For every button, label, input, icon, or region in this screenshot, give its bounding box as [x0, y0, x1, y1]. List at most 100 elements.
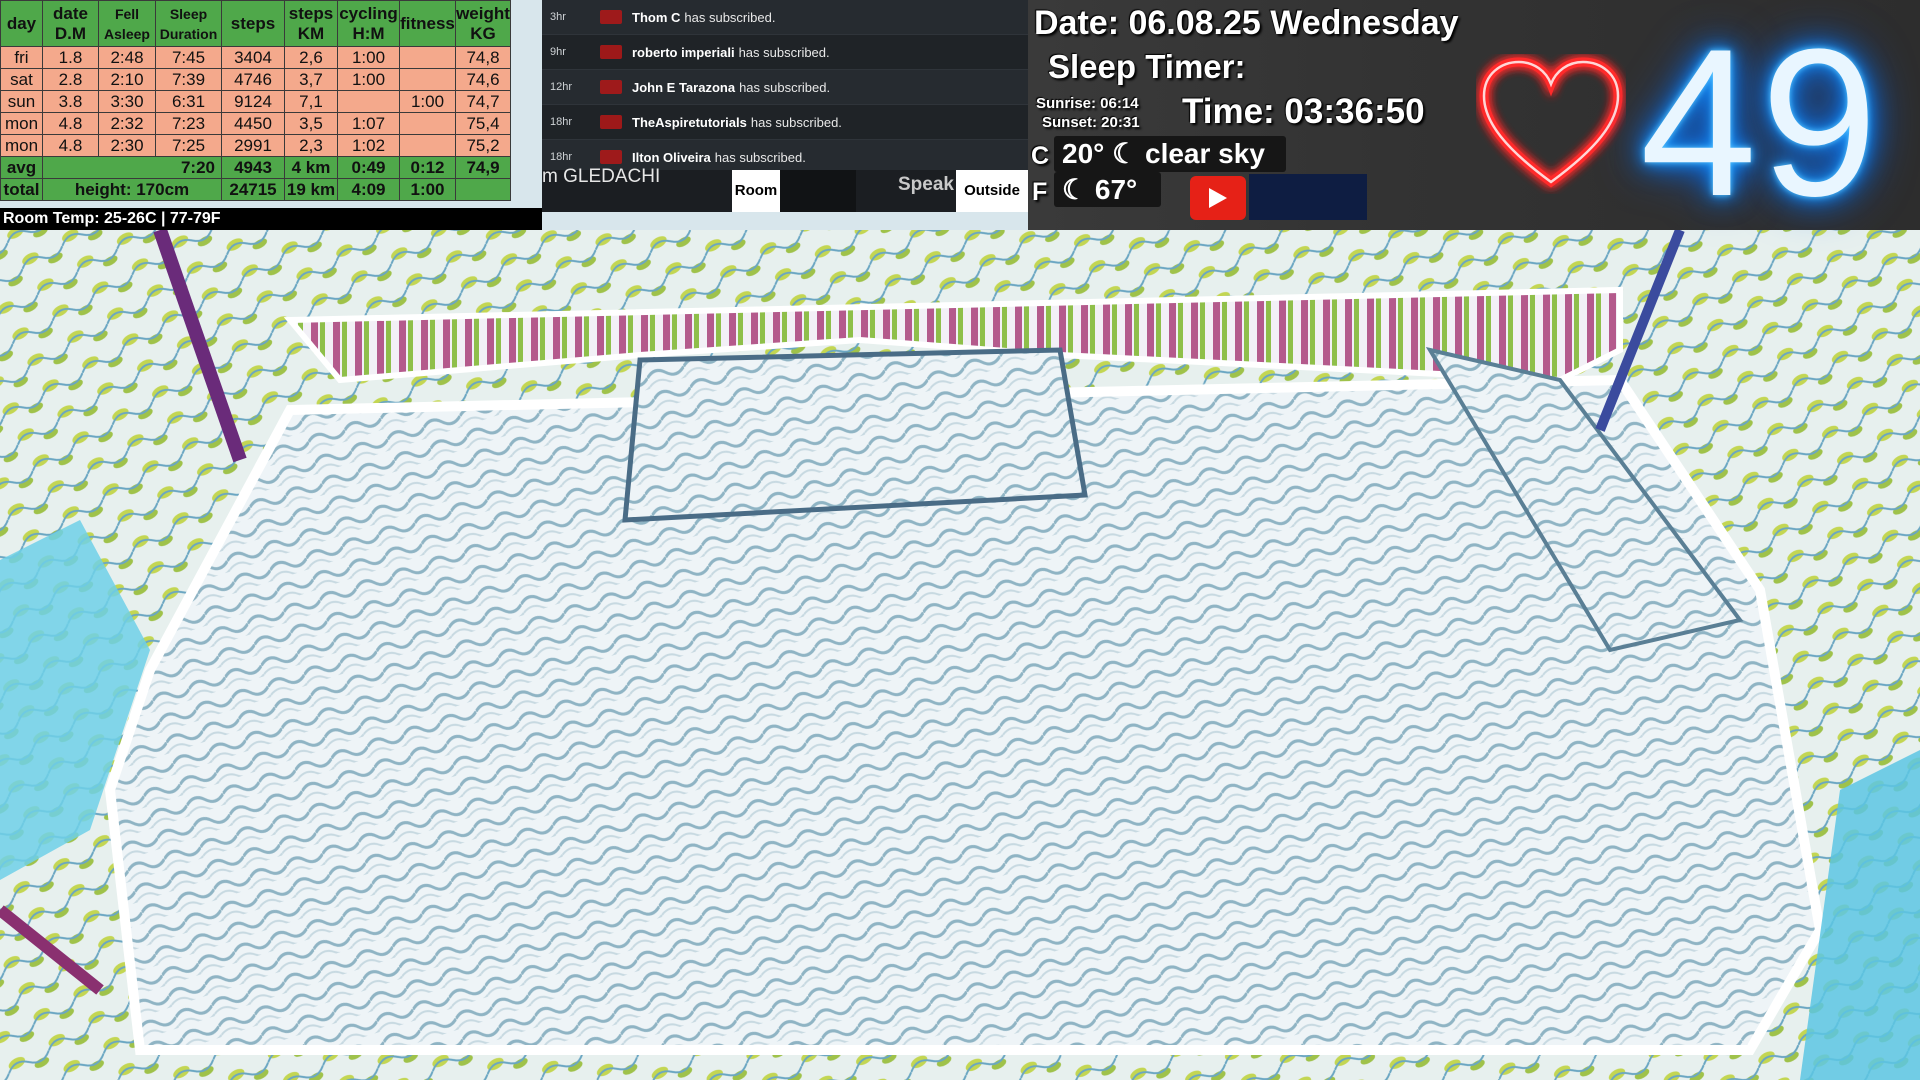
- table-cell: 3,5: [284, 112, 338, 135]
- table-cell: 4450: [221, 112, 285, 135]
- weather-fahrenheit: ☾ 67°: [1054, 172, 1161, 207]
- avg-weight: 74,9: [455, 156, 511, 179]
- table-cell: 2:48: [98, 46, 156, 69]
- column-header-bottom: Asleep: [104, 25, 150, 42]
- table-row-total: total height: 170cm 24715 19 km 4:09 1:0…: [0, 178, 511, 201]
- column-header: day: [0, 0, 43, 47]
- heart-icon: [1479, 57, 1623, 188]
- room-button[interactable]: Room: [732, 170, 780, 212]
- table-cell: 3:30: [98, 90, 156, 113]
- column-header-bottom: KM: [297, 23, 325, 43]
- ticker-text: m GLEDACHI: [542, 166, 661, 187]
- table-cell: 74,6: [455, 68, 511, 91]
- table-cell: 4.8: [42, 112, 99, 135]
- table-cell: [399, 68, 456, 91]
- table-cell: sat: [0, 68, 43, 91]
- table-cell: 7,1: [284, 90, 338, 113]
- column-header-bottom: KG: [470, 23, 496, 43]
- table-cell: sun: [0, 90, 43, 113]
- table-cell: 2:30: [98, 134, 156, 157]
- column-header: date D.M: [42, 0, 99, 47]
- sunrise-time: Sunrise: 06:14: [1036, 95, 1139, 112]
- feed-item-name: roberto imperiali: [632, 44, 735, 60]
- feed-item-age: 9hr: [550, 46, 566, 58]
- avg-label: avg: [0, 156, 43, 179]
- table-cell: 2,3: [284, 134, 338, 157]
- youtube-subscribe-icon: [600, 115, 622, 129]
- table-cell: 74,7: [455, 90, 511, 113]
- stats-table-body: fri 1.8 2:48 7:45 3404 2,6 1:00 74,8 sat 2.8 2:10 7…: [0, 46, 511, 157]
- feed-item-action: has subscribed.: [739, 79, 831, 95]
- column-header: cycling H:M: [337, 0, 400, 47]
- total-steps: 24715: [221, 178, 285, 201]
- table-cell: 7:45: [155, 46, 222, 69]
- table-row-avg: avg 7:20 4943 4 km 0:49 0:12 74,9: [0, 156, 511, 179]
- youtube-subscribe-icon: [600, 150, 622, 164]
- total-height: height: 170cm: [42, 178, 222, 201]
- total-km: 19 km: [284, 178, 338, 201]
- column-header-top: Fell: [114, 5, 140, 22]
- total-cycling: 4:09: [337, 178, 400, 201]
- avg-sleep-duration: 7:20: [42, 156, 222, 179]
- table-cell: 4746: [221, 68, 285, 91]
- fitness-stats-table: day date D.M Fell Asleep Sleep Duration steps st…: [0, 0, 511, 201]
- feed-item: 3hr Thom Chas subscribed.: [542, 0, 1028, 35]
- table-cell: 74,8: [455, 46, 511, 69]
- table-row: fri 1.8 2:48 7:45 3404 2,6 1:00 74,8: [0, 46, 511, 69]
- table-cell: 75,4: [455, 112, 511, 135]
- feed-item: 18hr TheAspiretutorials has subscribed.: [542, 105, 1028, 140]
- table-cell: 1:00: [337, 68, 400, 91]
- feed-item-action: has subscribed.: [738, 44, 830, 60]
- column-header: fitness: [399, 0, 456, 47]
- avg-steps: 4943: [221, 156, 285, 179]
- heart-rate-value: 49: [1640, 5, 1882, 240]
- table-cell: [399, 134, 456, 157]
- youtube-status-panel: [1249, 174, 1367, 220]
- column-header: Fell Asleep: [98, 0, 156, 47]
- camera-view-background: [0, 230, 1920, 1080]
- table-cell: 75,2: [455, 134, 511, 157]
- feed-item-name: Thom C: [632, 9, 681, 25]
- column-header: Sleep Duration: [155, 0, 222, 47]
- feed-item-age: 18hr: [550, 151, 573, 163]
- avg-km: 4 km: [284, 156, 338, 179]
- table-row: sat 2.8 2:10 7:39 4746 3,7 1:00 74,6: [0, 68, 511, 91]
- outside-button[interactable]: Outside: [956, 170, 1028, 212]
- feed-item-action: has subscribed.: [750, 114, 842, 130]
- feed-item-name: John E Tarazona: [632, 79, 736, 95]
- table-cell: 9124: [221, 90, 285, 113]
- table-cell: 1:00: [399, 90, 456, 113]
- column-header: steps: [221, 0, 285, 47]
- feed-item-action: has subscribed.: [684, 9, 776, 25]
- table-cell: 3404: [221, 46, 285, 69]
- speak-label: Speak: [898, 174, 954, 195]
- table-cell: 4.8: [42, 134, 99, 157]
- stats-table-header: day date D.M Fell Asleep Sleep Duration steps st…: [0, 0, 511, 47]
- fahrenheit-label: F: [1032, 178, 1048, 206]
- table-cell: 1.8: [42, 46, 99, 69]
- column-header-top: steps: [230, 13, 276, 33]
- column-header-top: date: [53, 3, 88, 23]
- table-cell: mon: [0, 134, 43, 157]
- youtube-subscribe-icon: [600, 45, 622, 59]
- table-cell: 7:39: [155, 68, 222, 91]
- table-cell: 2:10: [98, 68, 156, 91]
- table-header-row: day date D.M Fell Asleep Sleep Duration steps st…: [0, 0, 511, 47]
- total-label: total: [0, 178, 43, 201]
- table-row: mon 4.8 2:30 7:25 2991 2,3 1:02 75,2: [0, 134, 511, 157]
- column-header: steps KM: [284, 0, 338, 47]
- avg-fitness: 0:12: [399, 156, 456, 179]
- youtube-logo-icon[interactable]: [1190, 176, 1246, 220]
- feed-item-age: 12hr: [550, 81, 573, 93]
- youtube-subscribe-icon: [600, 10, 622, 24]
- column-header-top: weight: [456, 3, 510, 23]
- column-header-top: fitness: [400, 13, 455, 33]
- feed-item-age: 3hr: [550, 11, 566, 23]
- play-icon: [1209, 188, 1227, 208]
- table-cell: 6:31: [155, 90, 222, 113]
- room-temperature: Room Temp: 25-26C | 77-79F: [0, 208, 542, 230]
- table-cell: 2.8: [42, 68, 99, 91]
- table-row: mon 4.8 2:32 7:23 4450 3,5 1:07 75,4: [0, 112, 511, 135]
- stats-table-summary: avg 7:20 4943 4 km 0:49 0:12 74,9 total …: [0, 156, 511, 201]
- column-header: weight KG: [455, 0, 511, 47]
